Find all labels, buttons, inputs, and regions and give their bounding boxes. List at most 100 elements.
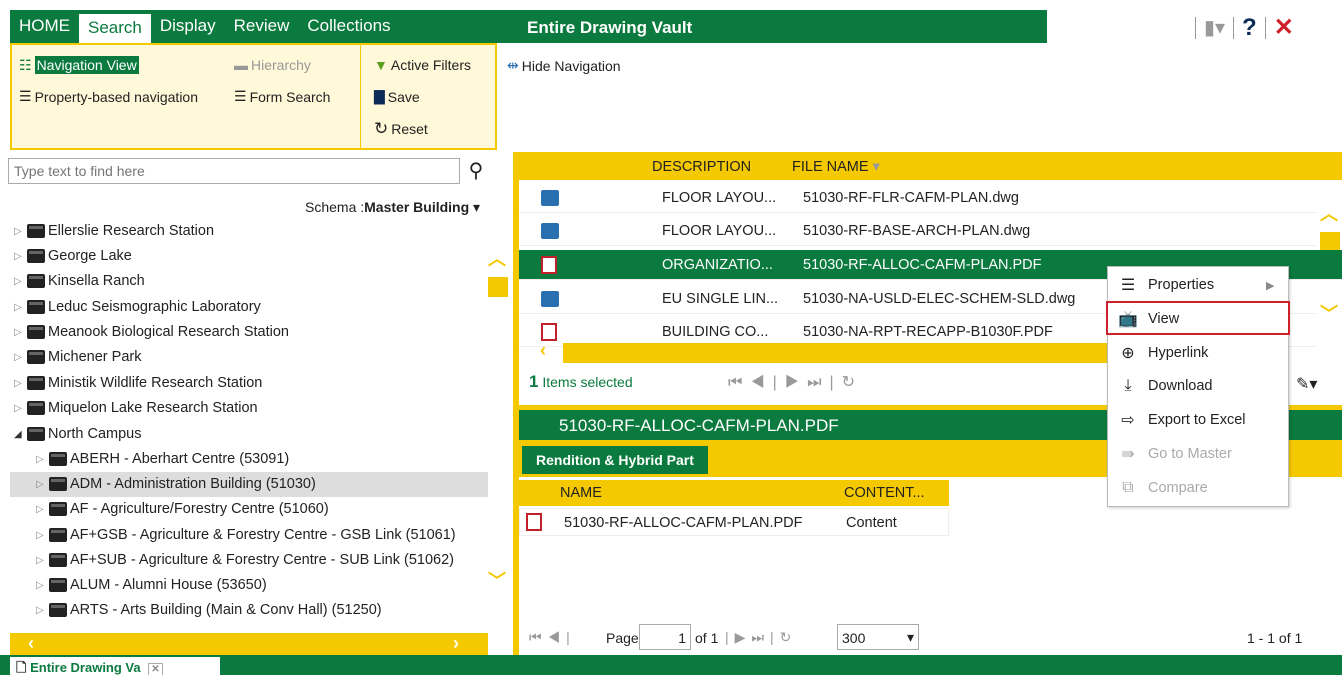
tab-display[interactable]: Display (151, 12, 225, 43)
tree-item[interactable]: ▷ Meanook Biological Research Station (14, 321, 289, 343)
property-navigation-button[interactable]: ☰ Property-based navigation (19, 88, 198, 105)
expand-icon[interactable]: ▷ (14, 378, 24, 389)
scroll-up-icon[interactable]: ︿ (488, 245, 508, 271)
search-input[interactable] (8, 158, 460, 184)
expand-icon[interactable]: ▷ (36, 605, 46, 616)
tree-item[interactable]: ◢ North Campus (14, 423, 141, 445)
schema-selector[interactable]: Schema :Master Building ▾ (305, 199, 480, 216)
search-icon[interactable]: ⚲ (462, 158, 490, 184)
menu-item-download[interactable]: ⤓ Download (1108, 371, 1288, 401)
building-group-icon (27, 300, 45, 314)
active-filters-button[interactable]: ▼ Active Filters (374, 57, 471, 73)
collapse-icon[interactable]: ◢ (14, 429, 24, 440)
menu-item-properties[interactable]: ☰ Properties ▶ (1108, 270, 1288, 300)
pdf-file-icon (541, 322, 557, 341)
expand-icon[interactable]: ▷ (14, 251, 24, 262)
navigation-view-button[interactable]: ☷ Navigation View (19, 56, 139, 74)
scroll-right-icon[interactable]: › (453, 633, 459, 654)
expand-icon[interactable]: ▷ (14, 327, 24, 338)
scroll-thumb[interactable] (1320, 232, 1340, 250)
form-search-button[interactable]: ☰ Form Search (234, 88, 330, 105)
pager-prev-controls[interactable]: ⏮◀| (529, 629, 576, 646)
tree-item[interactable]: ▷ AF+GSB - Agriculture & Forestry Centre … (36, 524, 456, 546)
tree-item[interactable]: ▷ ALUM - Alumni House (53650) (36, 574, 267, 596)
help-icon[interactable]: ? (1242, 14, 1257, 42)
building-icon (49, 553, 67, 567)
chevron-down-icon: ▾ (473, 199, 481, 215)
scroll-thumb[interactable] (488, 277, 508, 297)
preview-grid-header: NAME CONTENT... (519, 480, 949, 506)
expand-icon[interactable]: ▷ (36, 530, 46, 541)
edit-icon[interactable]: ✎▾ (1296, 374, 1317, 394)
tree-item[interactable]: ▷ George Lake (14, 245, 132, 267)
hierarchy-button[interactable]: ▬ Hierarchy (234, 57, 311, 73)
page-size-select[interactable]: 300 ▾ (837, 624, 919, 650)
expand-icon[interactable]: ▷ (14, 302, 24, 313)
expand-icon[interactable]: ▷ (36, 454, 46, 465)
tree-item[interactable]: ▷ ADM - Administration Building (51030) (36, 473, 316, 495)
tree-item[interactable]: ▷ Leduc Seismographic Laboratory (14, 296, 261, 318)
tree-item[interactable]: ▷ Ellerslie Research Station (14, 220, 214, 242)
column-file-name[interactable]: FILE NAME ▾ (792, 159, 880, 175)
expand-icon[interactable]: ▷ (14, 403, 24, 414)
page-input[interactable]: 1 (639, 624, 691, 650)
scroll-left-icon[interactable]: ‹ (28, 633, 34, 654)
bookmark-icon[interactable]: ▮▾ (1204, 15, 1225, 40)
expand-icon[interactable]: ▷ (36, 504, 46, 515)
tree-vertical-scrollbar[interactable]: ︿ ﹀ (488, 225, 508, 625)
preview-row[interactable]: 51030-RF-ALLOC-CAFM-PLAN.PDF Content (519, 508, 949, 536)
menu-item-export-excel[interactable]: ⇨ Export to Excel (1108, 405, 1288, 435)
scroll-left-icon[interactable]: ‹ (540, 340, 546, 361)
tree-item[interactable]: ▷ ARTS - Arts Building (Main & Conv Hall)… (36, 599, 382, 621)
column-name[interactable]: NAME (560, 485, 602, 501)
separator (1233, 16, 1235, 39)
expand-icon[interactable]: ▷ (36, 555, 46, 566)
tree-horizontal-scrollbar[interactable]: ‹ › (10, 633, 488, 655)
expand-icon[interactable]: ▷ (36, 580, 46, 591)
pager-next-controls[interactable]: |▶⏭|↻ (725, 629, 797, 646)
tree-item[interactable]: ▷ AF+SUB - Agriculture & Forestry Centre … (36, 549, 454, 571)
save-button[interactable]: ▇ Save (374, 88, 420, 105)
filter-icon: ▼ (374, 57, 388, 73)
vault-title: Entire Drawing Vault (527, 18, 693, 37)
scroll-up-icon[interactable]: ︿ (1320, 200, 1338, 226)
scroll-down-icon[interactable]: ﹀ (1320, 300, 1338, 326)
tree-item[interactable]: ▷ Miquelon Lake Research Station (14, 397, 258, 419)
tree-item[interactable]: ▷ Kinsella Ranch (14, 270, 145, 292)
column-description[interactable]: DESCRIPTION (652, 159, 751, 175)
dwg-file-icon (541, 222, 559, 239)
tab-review[interactable]: Review (225, 12, 299, 43)
tab-rendition-hybrid[interactable]: Rendition & Hybrid Part (522, 446, 708, 474)
tab-home[interactable]: HOME (10, 12, 79, 43)
navigation-view-icon: ☷ (19, 56, 32, 73)
scroll-down-icon[interactable]: ﹀ (488, 567, 508, 593)
document-tab[interactable]: 🗋 Entire Drawing Va ✕ (10, 657, 220, 675)
menu-item-hyperlink[interactable]: ⊕ Hyperlink (1108, 338, 1288, 368)
tree-item[interactable]: ▷ AF - Agriculture/Forestry Centre (51060… (36, 498, 329, 520)
close-tab-icon[interactable]: ✕ (148, 663, 163, 675)
table-row[interactable]: FLOOR LAYOU... 51030-RF-FLR-CAFM-PLAN.dwg (519, 183, 1316, 213)
close-icon[interactable]: ✕ (1274, 13, 1294, 42)
tree-item[interactable]: ▷ Michener Park (14, 346, 141, 368)
list-icon: ☰ (19, 88, 32, 104)
hide-navigation-button[interactable]: ⇹ Hide Navigation (507, 57, 621, 74)
column-content[interactable]: CONTENT... (844, 485, 925, 501)
reset-button[interactable]: ↻ Reset (374, 119, 428, 139)
tree-item[interactable]: ▷ Ministik Wildlife Research Station (14, 372, 262, 394)
table-row[interactable]: FLOOR LAYOU... 51030-RF-BASE-ARCH-PLAN.dw… (519, 216, 1316, 246)
tab-search[interactable]: Search (79, 12, 151, 43)
building-icon (49, 578, 67, 592)
expand-icon[interactable]: ▷ (14, 276, 24, 287)
menu-item-go-to-master[interactable]: ⇛ Go to Master (1108, 439, 1288, 469)
save-icon: ▇ (374, 88, 385, 104)
tab-collections[interactable]: Collections (298, 12, 399, 43)
separator (1195, 16, 1196, 39)
menu-item-compare[interactable]: ⧉ Compare (1108, 473, 1288, 503)
expand-icon[interactable]: ▷ (14, 352, 24, 363)
folder-icon: ▬ (234, 57, 248, 73)
expand-icon[interactable]: ▷ (14, 226, 24, 237)
tree-item[interactable]: ▷ ABERH - Aberhart Centre (53091) (36, 448, 289, 470)
chevron-down-icon: ▾ (906, 629, 914, 645)
grid-pager-controls[interactable]: ⏮◀|▶⏭|↻ (728, 372, 863, 392)
expand-icon[interactable]: ▷ (36, 479, 46, 490)
